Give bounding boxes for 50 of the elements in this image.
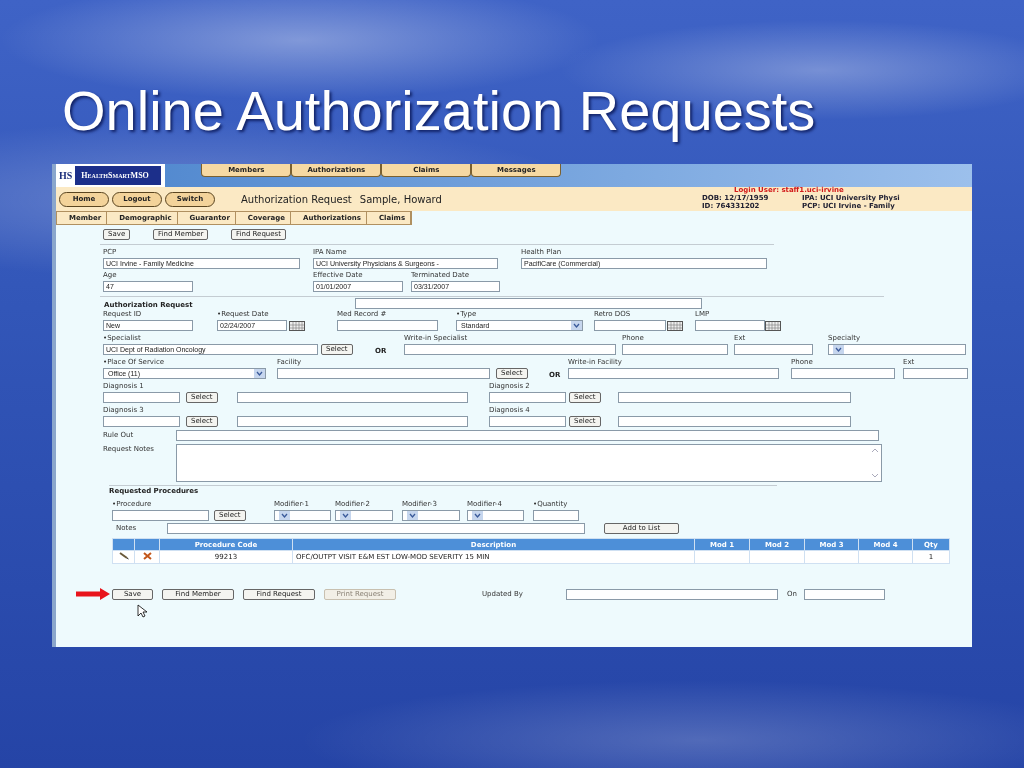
page-title: Authorization Request — [241, 193, 352, 205]
text-field[interactable] — [791, 368, 895, 379]
slide-title: Online Authorization Requests — [61, 78, 817, 144]
arrow-icon — [76, 588, 110, 600]
chevron-down-icon — [340, 511, 351, 520]
text-field[interactable] — [568, 368, 779, 379]
text-field[interactable] — [103, 392, 180, 403]
text-field[interactable] — [695, 320, 765, 331]
dropdown[interactable] — [402, 510, 460, 521]
text-field[interactable] — [167, 523, 585, 534]
text-field[interactable] — [237, 416, 468, 427]
scrollbar-arrows-icon — [871, 447, 879, 479]
text-field[interactable] — [404, 344, 616, 355]
text-field[interactable] — [566, 588, 778, 600]
patient-name: Sample, Howard — [359, 193, 442, 205]
chevron-down-icon — [833, 345, 844, 354]
text-field[interactable] — [734, 344, 813, 355]
text-field[interactable] — [594, 320, 666, 331]
pencil-icon[interactable] — [118, 552, 129, 560]
logo-mark: HS — [58, 170, 74, 181]
dropdown[interactable] — [335, 510, 393, 521]
chevron-down-icon — [472, 511, 483, 520]
chevron-down-icon — [279, 511, 290, 520]
text-field[interactable] — [237, 392, 468, 403]
calendar-icon[interactable] — [765, 320, 781, 331]
calendar-icon[interactable] — [667, 320, 683, 331]
text-field[interactable] — [277, 368, 490, 379]
chevron-down-icon — [571, 321, 582, 330]
text-field[interactable] — [618, 392, 851, 403]
text-field[interactable] — [804, 588, 885, 600]
text-field[interactable] — [618, 416, 851, 427]
text-field[interactable] — [355, 298, 702, 309]
text-field[interactable] — [903, 368, 968, 379]
text-field[interactable] — [112, 510, 209, 521]
dropdown[interactable] — [828, 344, 966, 355]
text-field[interactable] — [489, 392, 566, 403]
chevron-down-icon — [407, 511, 418, 520]
cursor-icon — [137, 604, 147, 618]
text-field[interactable] — [176, 430, 879, 441]
logo: HealthSmartMSO — [75, 166, 162, 185]
notes-field[interactable] — [176, 444, 882, 482]
dropdown[interactable] — [274, 510, 331, 521]
dropdown[interactable] — [467, 510, 524, 521]
chevron-down-icon — [254, 369, 265, 378]
text-field[interactable] — [533, 510, 579, 521]
delete-icon[interactable] — [142, 552, 152, 560]
text-field[interactable] — [103, 416, 180, 427]
text-field[interactable] — [489, 416, 566, 427]
text-field[interactable] — [337, 320, 438, 331]
text-field[interactable] — [622, 344, 728, 355]
